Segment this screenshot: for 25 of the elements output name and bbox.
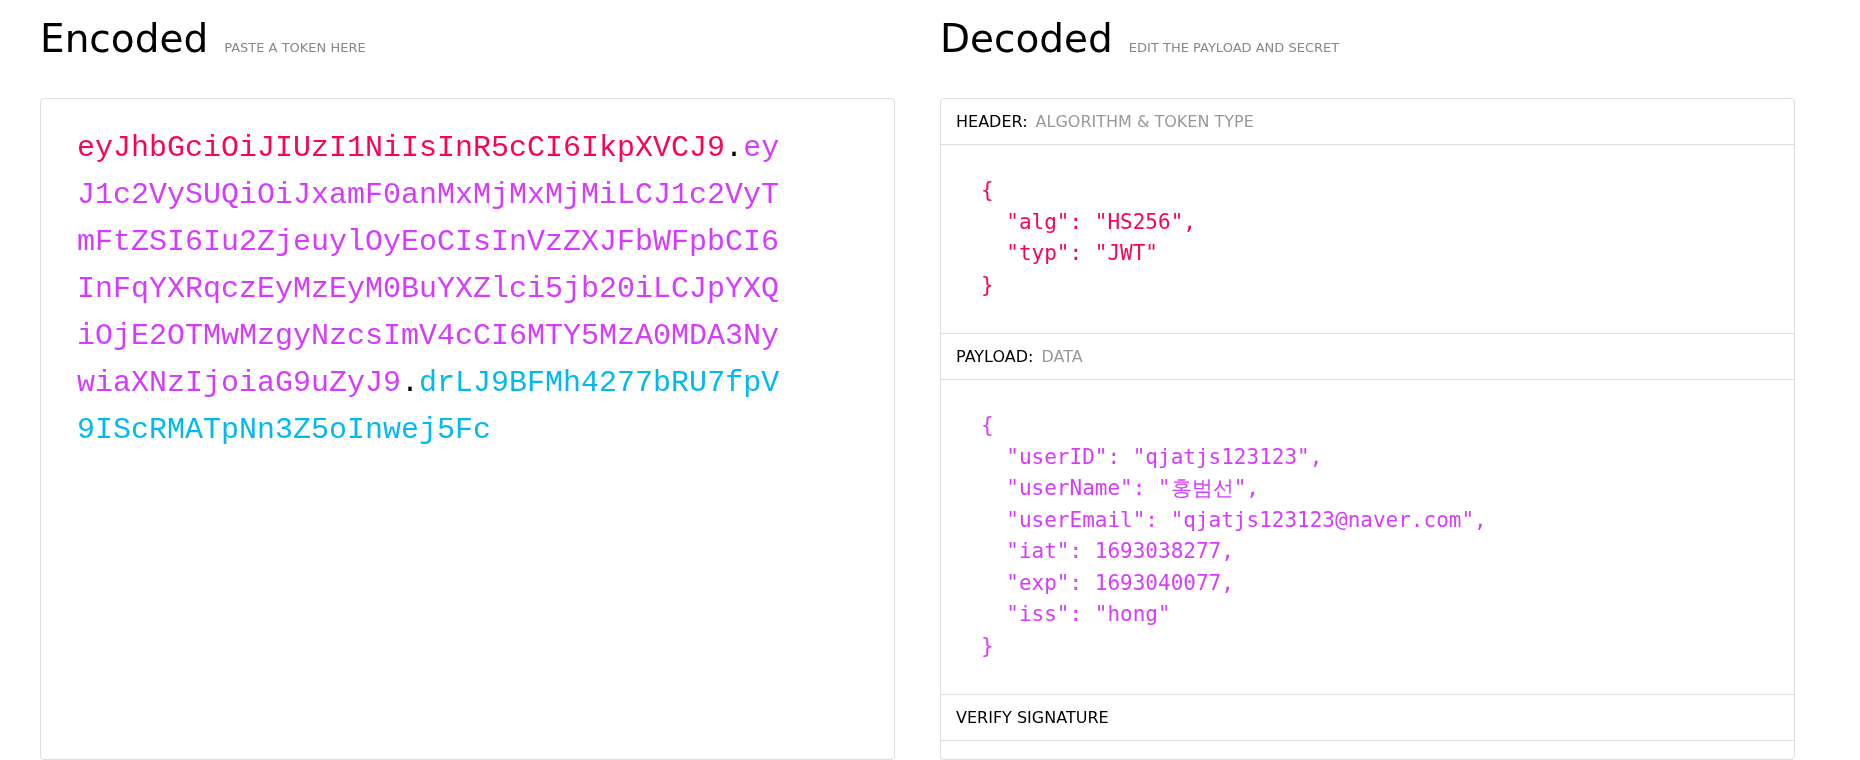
code-line: "exp": 1693040077, [1005,569,1234,597]
token-input-field[interactable] [40,98,895,760]
encoded-token-text: eyJhbGciOiJIUzI1NiIsInR5cCI6IkpXVCJ9.eyJ1c2VySUQiOiJxamF0anMxMjMxMjMiLCJ1c2VyTmFtZSI6Iu2ZjeuylOyEoCIsInVzZXJFbWFpbCI6InFqYXRqczEyMzEyM0BuYXZlci5jb20iLCJpYXQiOjE2OTMwMzgyNzcsImV4cCI6MTY5MzA0MDA3NywiaXNzIjoiaG9uZyJ9.drLJ9BFMh4277bRU7fpV9IScRMATpNn3Z5oInwej5Fc [77,130,781,449]
code-line: { [981,412,994,439]
code-line: "userEmail": "qjatjs123123@naver.com", [1005,506,1487,534]
section-sublabel: DATA [1041,347,1083,366]
section-label: VERIFY SIGNATURE [956,708,1109,727]
json-editor[interactable]: { "alg": "HS256", "typ": "JWT" } [941,145,1794,334]
code-line: "iss": "hong" [1005,601,1171,628]
code-line: "iat": 1693038277, [1005,538,1234,565]
code-line: } [981,271,994,299]
code-line: "userName": "홍범선", [1005,475,1259,502]
encoded-title: Encoded [40,16,209,61]
code-line: "typ": "JWT" [1005,240,1158,267]
json-editor[interactable]: { "userID": "qjatjs123123", "userName": "홍범선", "userEmail": "qjatjs123123@naver.com", "iat": 1693038277, "exp": 1693040077, "iss": "hong" } [941,380,1794,695]
section-label: PAYLOAD: [956,347,1034,366]
section-sublabel: ALGORITHM & TOKEN TYPE [1035,112,1254,131]
code-line: { [981,177,994,204]
section-label: HEADER: [956,112,1028,131]
code-line: "userID": "qjatjs123123", [1005,443,1323,471]
decoded-subtitle: EDIT THE PAYLOAD AND SECRET [1128,40,1340,55]
decoded-title: Decoded [940,16,1113,61]
code-line: "alg": "HS256", [1005,208,1196,236]
encoded-subtitle: PASTE A TOKEN HERE [224,40,366,55]
code-line: } [981,632,994,660]
